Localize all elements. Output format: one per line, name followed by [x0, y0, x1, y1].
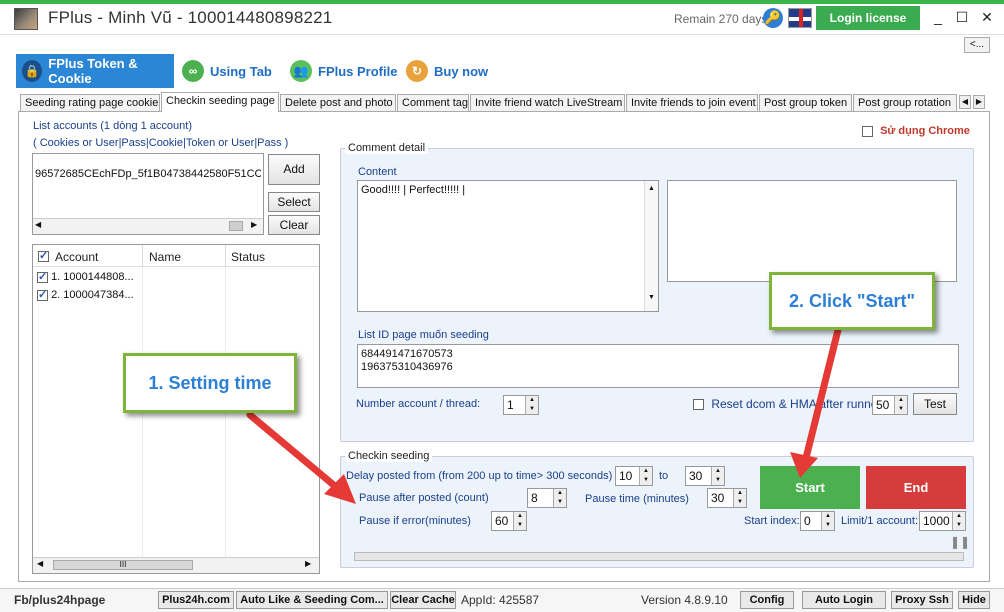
- callout-setting-time: 1. Setting time: [123, 353, 297, 413]
- status-page-link[interactable]: Fb/plus24hpage: [14, 593, 105, 607]
- proxy-ssh-button[interactable]: Proxy Ssh: [891, 591, 953, 609]
- arrow-setting-time: [246, 411, 346, 496]
- plus24h-button[interactable]: Plus24h.com: [158, 591, 234, 609]
- auto-like-button[interactable]: Auto Like & Seeding Com...: [236, 591, 388, 609]
- config-button[interactable]: Config: [740, 591, 794, 609]
- hide-button[interactable]: Hide: [958, 591, 990, 609]
- app-id: AppId: 425587: [461, 593, 540, 607]
- arrow-head-start: [790, 452, 818, 478]
- arrow-click-start: [802, 326, 842, 462]
- clear-cache-button[interactable]: Clear Cache: [390, 591, 456, 609]
- version-text: Version 4.8.9.10: [641, 593, 728, 607]
- auto-login-button[interactable]: Auto Login: [802, 591, 886, 609]
- callout-click-start: 2. Click "Start": [769, 272, 935, 330]
